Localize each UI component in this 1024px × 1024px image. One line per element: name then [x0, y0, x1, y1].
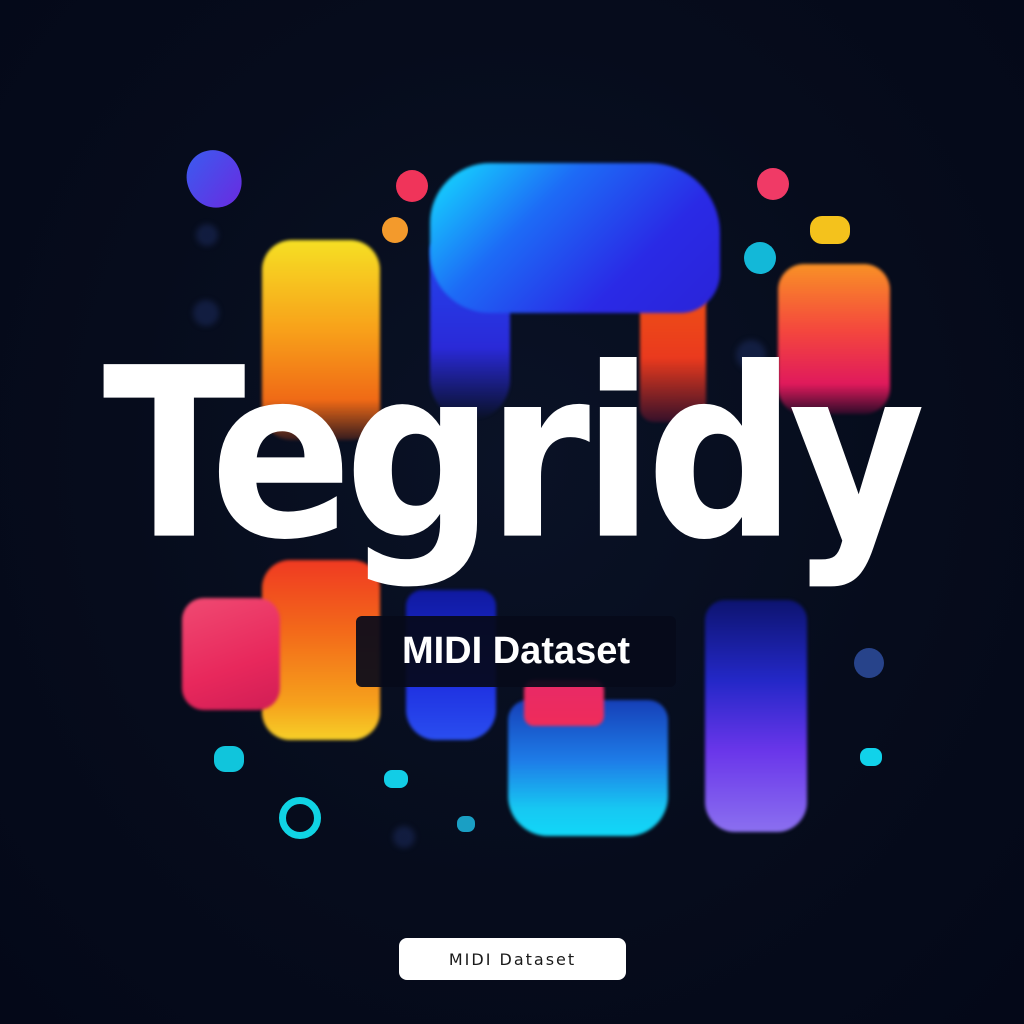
dataset-badge: MIDI Dataset: [399, 938, 626, 980]
decorative-dot: [382, 217, 408, 243]
blob-shape: [430, 163, 720, 313]
decorative-dot: [393, 826, 415, 848]
blob-shape: [182, 598, 280, 710]
decorative-dot: [457, 816, 475, 832]
dataset-badge-label: MIDI Dataset: [448, 949, 577, 969]
decorative-dot: [196, 224, 218, 246]
decorative-dot: [396, 170, 428, 202]
decorative-dot: [854, 648, 884, 678]
decorative-dot: [214, 746, 244, 772]
blob-shape: [705, 600, 807, 832]
logo-canvas: Tegridy MIDI Dataset MIDI Dataset: [0, 0, 1024, 1024]
decorative-dot: [860, 748, 882, 766]
decorative-ring: [279, 797, 321, 839]
decorative-dot: [810, 216, 850, 244]
decorative-dot: [181, 145, 247, 213]
decorative-dot: [384, 770, 408, 788]
decorative-dot: [744, 242, 776, 274]
logo-title: Tegridy: [102, 317, 926, 592]
decorative-dot: [757, 168, 789, 200]
logo-subtitle: MIDI Dataset: [356, 616, 676, 687]
